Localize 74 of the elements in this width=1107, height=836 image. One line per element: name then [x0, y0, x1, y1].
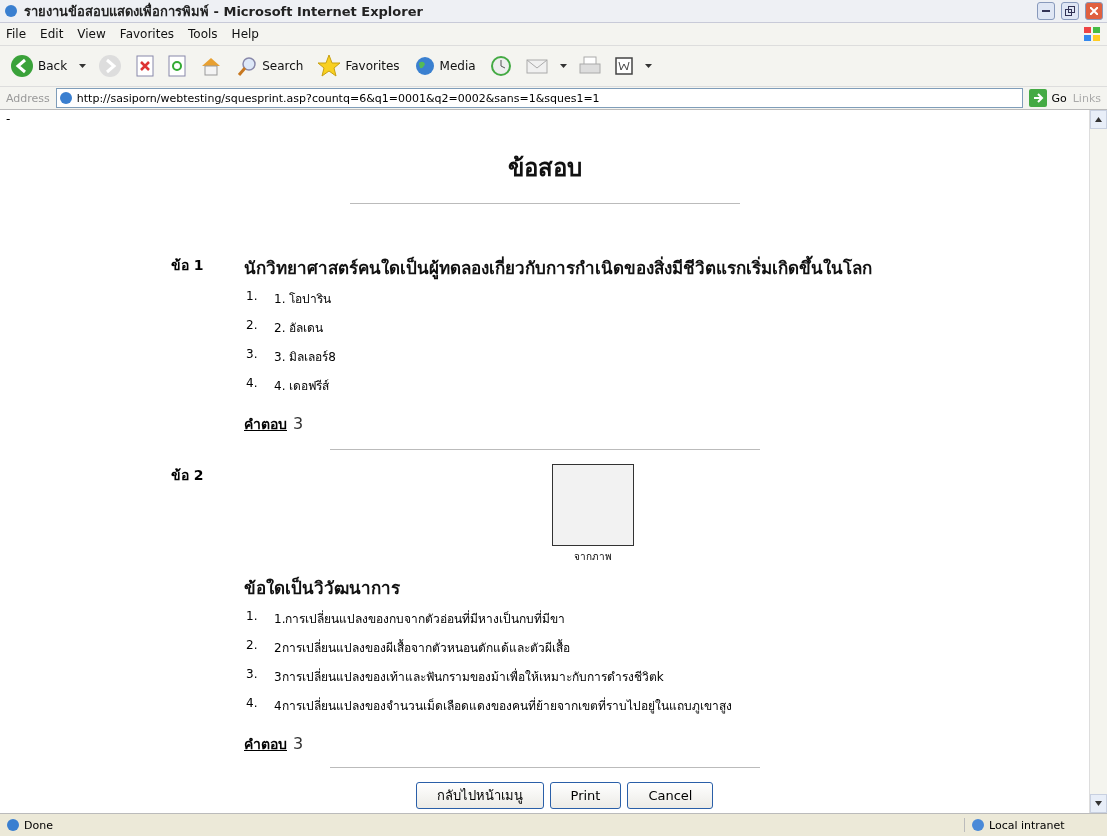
option-number: 3.	[245, 667, 259, 683]
minimize-icon	[1042, 10, 1050, 12]
stop-icon	[136, 55, 155, 77]
option-text: 3การเปลี่ยนแปลงของเท้าและฟันกรามของม้าเพื่อให้เหมาะกับการดำรงชีวิตk	[274, 667, 664, 686]
scroll-down-arrow-icon[interactable]	[1095, 801, 1102, 806]
document-w-icon	[614, 57, 633, 75]
scrollbar[interactable]	[1089, 110, 1107, 813]
dropdown-caret-icon	[559, 64, 567, 68]
minimize-button[interactable]	[1037, 2, 1055, 20]
search-button[interactable]: Search	[234, 53, 306, 79]
windows-flag-icon	[1083, 26, 1101, 42]
globe-icon	[413, 55, 436, 77]
address-field[interactable]: http://sasiporn/webtesting/squesprint.asp?countq=6&q1=0001&q2=0002&sans=1&sques1=1	[55, 88, 1024, 108]
option-text: 4. เดอฟรีส์	[274, 378, 330, 395]
stop-button[interactable]	[134, 53, 157, 79]
answer-label: คำตอบ	[244, 415, 287, 434]
form-button[interactable]: Cancel	[627, 782, 714, 809]
page-marker: -	[6, 112, 11, 126]
option-number: 2.	[245, 318, 259, 334]
option-text: 1. โอปาริน	[274, 291, 332, 308]
restore-button[interactable]	[1061, 2, 1079, 20]
question-number: ข้อ 1	[171, 256, 205, 275]
status-text: Done	[24, 818, 54, 832]
window-title: รายงานข้อสอบแสดงเพื่อการพิมพ์ - Microsoft Internet Explorer	[24, 1, 424, 21]
question-number: ข้อ 2	[171, 466, 205, 485]
form-button[interactable]: Print	[549, 782, 622, 809]
refresh-button[interactable]	[166, 53, 189, 79]
image-caption: จากภาพ	[573, 550, 612, 564]
envelope-icon	[525, 57, 548, 75]
option-text: 2. อัลเดน	[274, 320, 324, 337]
edit-button[interactable]	[612, 55, 635, 77]
question-text: ข้อใดเป็นวิวัฒนาการ	[244, 576, 401, 600]
browser-icon	[6, 818, 20, 832]
address-label: Address	[6, 91, 50, 105]
scroll-up-arrow-icon[interactable]	[1095, 117, 1102, 122]
option-number: 3.	[245, 347, 259, 363]
media-button[interactable]: Media	[411, 53, 478, 79]
menu-item[interactable]: Favorites	[119, 27, 175, 41]
menu-item[interactable]: File	[6, 27, 27, 41]
zone-label: Local intranet	[964, 818, 1101, 832]
star-icon	[317, 54, 342, 78]
menu-item[interactable]: Help	[231, 27, 259, 41]
option-text: 2การเปลี่ยนแปลงของผีเสื้อจากตัวหนอนดักแด้และตัวผีเสื้อ	[274, 638, 570, 657]
clock-icon	[489, 55, 512, 77]
option-number: 1.	[245, 289, 259, 305]
question-text: นักวิทยาศาสตร์คนใดเป็นผู้ทดลองเกี่ยวกับการกำเนิดของสิ่งมีชีวิตแรกเริ่มเกิดขึ้นในโลก	[244, 254, 872, 281]
favorites-button[interactable]: Favorites	[315, 52, 402, 80]
option-number: 4.	[245, 696, 259, 712]
answer-label: คำตอบ	[244, 735, 287, 754]
option-text: 1.การเปลี่ยนแปลงของกบจากตัวอ่อนที่มีหางเป็นกบที่มีขา	[274, 609, 566, 628]
restore-icon	[1065, 6, 1075, 16]
option-text: 4การเปลี่ยนแปลงของจำนวนเม็ดเลือดแดงของคนที่ย้ายจากเขตที่ราบไปอยู่ในแถบภูเขาสูง	[274, 696, 732, 715]
close-icon	[1090, 7, 1098, 15]
search-icon	[236, 55, 259, 77]
option-number: 2.	[245, 638, 259, 654]
option-text: 3. มิลเลอร์8	[274, 349, 336, 366]
form-button[interactable]: กลับไปหน้าเมนู	[415, 782, 544, 809]
refresh-icon	[168, 55, 187, 77]
answer-value: 3	[293, 734, 304, 753]
option-number: 4.	[245, 376, 259, 392]
page-title: ข้อสอบ	[507, 152, 582, 184]
printer-icon	[578, 56, 601, 76]
browser-icon	[58, 91, 73, 105]
back-button[interactable]: Back	[8, 52, 70, 80]
dropdown-caret-icon	[79, 64, 87, 68]
answer-value: 3	[293, 414, 304, 433]
menu-item[interactable]: View	[77, 27, 106, 41]
menu-item[interactable]: Edit	[40, 27, 64, 41]
browser-icon	[4, 4, 18, 18]
globe-icon	[971, 818, 985, 832]
menu-item[interactable]: Tools	[188, 27, 218, 41]
close-button[interactable]	[1085, 2, 1103, 20]
dropdown-caret-icon	[644, 64, 652, 68]
option-number: 1.	[245, 609, 259, 625]
